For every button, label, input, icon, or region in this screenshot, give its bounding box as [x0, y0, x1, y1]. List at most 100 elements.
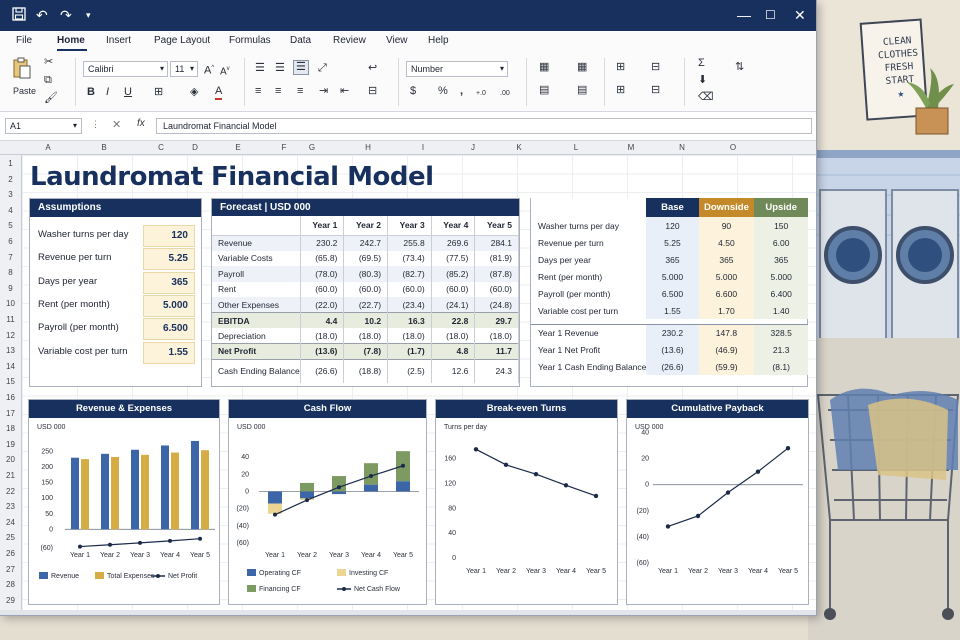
forecast-cell[interactable]: (24.8)	[474, 297, 519, 313]
column-header[interactable]: K	[509, 143, 529, 152]
row-header[interactable]: 20	[0, 455, 21, 464]
borders-icon[interactable]: ⊞	[154, 86, 163, 99]
column-header[interactable]: I	[413, 143, 433, 152]
maximize-button[interactable]: ☐	[765, 7, 776, 23]
format-table-icon[interactable]: ▦	[577, 61, 587, 74]
forecast-cell[interactable]: (26.6)	[300, 358, 345, 383]
forecast-cell[interactable]: 22.8	[431, 312, 476, 328]
decrease-decimal-icon[interactable]: .00	[500, 87, 510, 100]
scenario-cell[interactable]: 120	[646, 217, 699, 234]
minimize-button[interactable]: —	[737, 7, 751, 23]
close-button[interactable]: ✕	[794, 7, 806, 23]
forecast-cell[interactable]: (65.8)	[300, 250, 345, 266]
orientation-icon[interactable]: ⤢	[318, 62, 327, 75]
scenario-cell[interactable]: 21.3	[754, 341, 808, 358]
font-name-box[interactable]: Calibri ▾	[83, 61, 168, 77]
scenario-cell[interactable]: 6.00	[754, 234, 808, 251]
column-header[interactable]: G	[302, 143, 322, 152]
cell-styles-icon[interactable]: ▤	[539, 84, 549, 97]
scenario-cell[interactable]: (59.9)	[698, 358, 755, 375]
scenario-cell[interactable]: 6.500	[646, 285, 699, 302]
number-format-box[interactable]: Number ▾	[406, 61, 508, 77]
scenario-cell[interactable]: 90	[698, 217, 755, 234]
scenario-cell[interactable]: 328.5	[754, 324, 808, 341]
name-box[interactable]: A1 ▾	[5, 118, 82, 134]
outdent-icon[interactable]: ⇤	[340, 85, 349, 98]
forecast-cell[interactable]: (73.4)	[387, 250, 432, 266]
row-header[interactable]: 16	[0, 393, 21, 402]
align-middle-icon[interactable]: ☰	[275, 62, 285, 75]
format-painter-icon[interactable]: 🖌	[44, 92, 58, 105]
assumption-value[interactable]: 120	[143, 225, 195, 247]
scenario-cell[interactable]: 365	[754, 251, 808, 268]
column-header[interactable]: A	[38, 143, 58, 152]
table-styles-icon[interactable]: ▤	[577, 84, 587, 97]
menu-data[interactable]: Data	[290, 35, 311, 46]
forecast-cell[interactable]: (18.0)	[474, 328, 519, 344]
forecast-cell[interactable]: (80.3)	[343, 266, 389, 282]
conditional-format-icon[interactable]: ▦	[539, 61, 549, 74]
forecast-cell[interactable]: (18.0)	[300, 328, 345, 344]
menu-review[interactable]: Review	[333, 35, 366, 46]
forecast-cell[interactable]: 29.7	[474, 312, 519, 328]
column-header[interactable]: M	[621, 143, 641, 152]
assumption-value[interactable]: 5.000	[143, 294, 195, 317]
forecast-cell[interactable]: (22.0)	[300, 297, 345, 313]
scenario-cell[interactable]: (26.6)	[646, 358, 699, 375]
paste-label[interactable]: Paste	[13, 85, 36, 98]
column-header[interactable]: O	[723, 143, 743, 152]
currency-icon[interactable]: $	[410, 85, 416, 98]
forecast-cell[interactable]: 255.8	[387, 235, 432, 251]
forecast-cell[interactable]: (18.0)	[431, 328, 476, 344]
cancel-icon[interactable]: ✕	[112, 118, 121, 131]
row-header[interactable]: 5	[0, 221, 21, 230]
scenario-cell[interactable]: 365	[698, 251, 755, 268]
row-header[interactable]: 26	[0, 549, 21, 558]
row-header[interactable]: 21	[0, 471, 21, 480]
scenario-cell[interactable]: 5.000	[754, 268, 808, 285]
forecast-cell[interactable]: 4.8	[431, 343, 476, 359]
forecast-cell[interactable]: 16.3	[387, 312, 432, 328]
underline-icon[interactable]: U	[124, 86, 132, 99]
forecast-cell[interactable]: (77.5)	[431, 250, 476, 266]
row-header[interactable]: 29	[0, 596, 21, 605]
sort-filter-icon[interactable]: ⇅	[735, 61, 744, 74]
format-cells-2-icon[interactable]: ⊟	[651, 84, 660, 97]
forecast-cell[interactable]: (22.7)	[343, 297, 389, 313]
forecast-cell[interactable]: (60.0)	[431, 281, 476, 297]
row-header[interactable]: 22	[0, 487, 21, 496]
forecast-cell[interactable]: (2.5)	[387, 358, 432, 383]
column-header[interactable]: J	[463, 143, 483, 152]
align-left-icon[interactable]: ≡	[255, 85, 261, 98]
save-icon[interactable]	[12, 7, 26, 24]
copy-icon[interactable]: ⧉	[44, 74, 52, 87]
chart-break-even[interactable]: Break-even Turns Turns per day 0 40 80 120 16…	[435, 399, 618, 605]
align-center-icon[interactable]: ≡	[275, 85, 281, 98]
forecast-cell[interactable]: (7.8)	[343, 343, 389, 359]
row-header[interactable]: 12	[0, 331, 21, 340]
chart-cumulative-payback[interactable]: Cumulative Payback USD 000 40 20 0 (20) (40)(…	[626, 399, 809, 605]
row-header[interactable]: 24	[0, 518, 21, 527]
column-header[interactable]: E	[228, 143, 248, 152]
increase-decimal-icon[interactable]: +.0	[476, 87, 486, 100]
row-header[interactable]: 8	[0, 268, 21, 277]
row-header[interactable]: 9	[0, 284, 21, 293]
fill-color-icon[interactable]: ◈	[190, 86, 198, 99]
forecast-cell[interactable]: (18.0)	[387, 328, 432, 344]
scenario-cell[interactable]: (8.1)	[754, 358, 808, 375]
merge-center-icon[interactable]: ⊟	[368, 85, 377, 98]
indent-icon[interactable]: ⇥	[319, 85, 328, 98]
forecast-cell[interactable]: (87.8)	[474, 266, 519, 282]
scenario-cell[interactable]: 6.600	[698, 285, 755, 302]
autosum-icon[interactable]: Σ	[698, 57, 705, 70]
scenario-cell[interactable]: 1.70	[698, 302, 755, 319]
comma-icon[interactable]: ,	[460, 85, 463, 98]
chart-revenue-expenses[interactable]: Revenue & Expenses USD 000 0 (60) 250 200 150…	[28, 399, 220, 605]
forecast-cell[interactable]: 242.7	[343, 235, 389, 251]
forecast-cell[interactable]: 4.4	[300, 312, 345, 328]
scenario-cell[interactable]: 5.25	[646, 234, 699, 251]
fx-icon[interactable]: fx	[137, 118, 145, 129]
assumption-value[interactable]: 6.500	[143, 318, 195, 341]
align-bottom-icon[interactable]: ☰	[293, 60, 309, 75]
forecast-cell[interactable]: 230.2	[300, 235, 345, 251]
